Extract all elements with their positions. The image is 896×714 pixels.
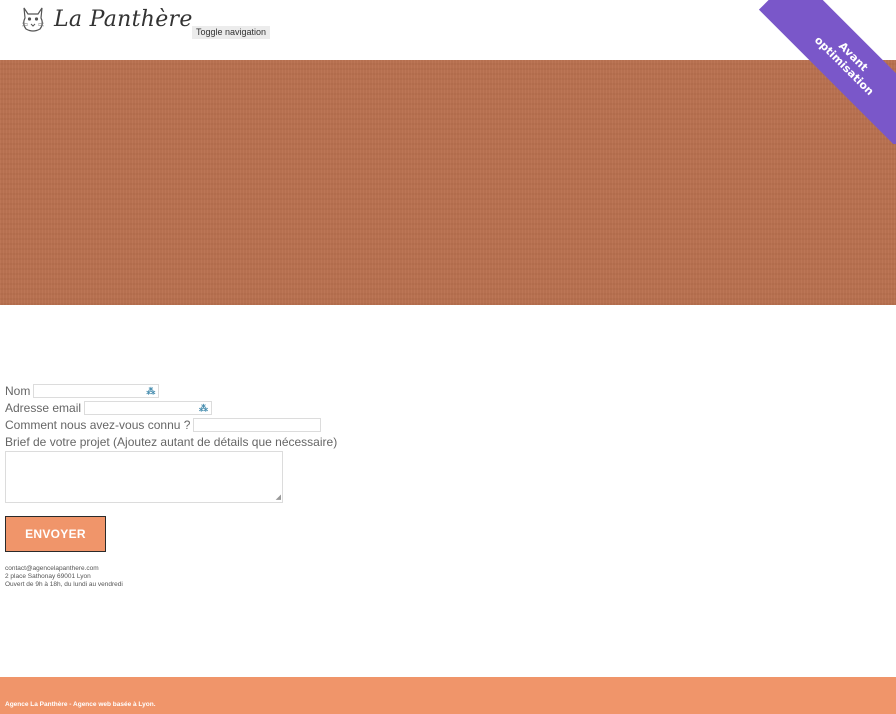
source-label: Comment nous avez-vous connu ? [5,418,191,432]
resize-grip-icon[interactable]: ◢ [276,494,281,502]
name-label: Nom [5,384,31,398]
ribbon-label: Avant optimisation [758,0,896,144]
brief-textarea[interactable]: ◢ [5,451,283,503]
email-field[interactable]: ⁂ [84,401,213,415]
brief-row: Brief de votre projet (Ajoutez autant de… [5,434,337,450]
contact-hours: Ouvert de 9h à 18h, du lundi au vendredi [5,581,123,588]
contact-form: Nom ⁂ Adresse email ⁂ Comment nous avez-… [5,383,337,503]
contact-address: 2 place Sathonay 69001 Lyon [5,573,91,580]
brand-logo[interactable]: La Panthère [18,4,193,34]
email-row: Adresse email ⁂ [5,400,337,416]
source-row: Comment nous avez-vous connu ? [5,417,337,433]
contact-info: contact@agencelapanthere.com 2 place Sat… [5,565,123,589]
autofill-key-icon[interactable]: ⁂ [199,403,209,413]
toggle-navigation-button[interactable]: Toggle navigation [192,26,271,39]
contact-email[interactable]: contact@agencelapanthere.com [5,565,123,573]
footer-text: Agence La Panthère - Agence web basée à … [5,701,156,708]
corner-ribbon: Avant optimisation [754,0,896,144]
brief-label: Brief de votre projet (Ajoutez autant de… [5,435,338,449]
autofill-key-icon[interactable]: ⁂ [146,386,156,396]
site-footer: Agence La Panthère - Agence web basée à … [0,677,896,714]
panther-head-icon [21,7,45,32]
email-label: Adresse email [5,401,82,415]
brand-name: La Panthère [54,6,193,32]
name-field[interactable]: ⁂ [33,384,160,398]
source-field[interactable] [193,418,322,432]
submit-button[interactable]: ENVOYER [5,516,106,552]
name-row: Nom ⁂ [5,383,337,399]
